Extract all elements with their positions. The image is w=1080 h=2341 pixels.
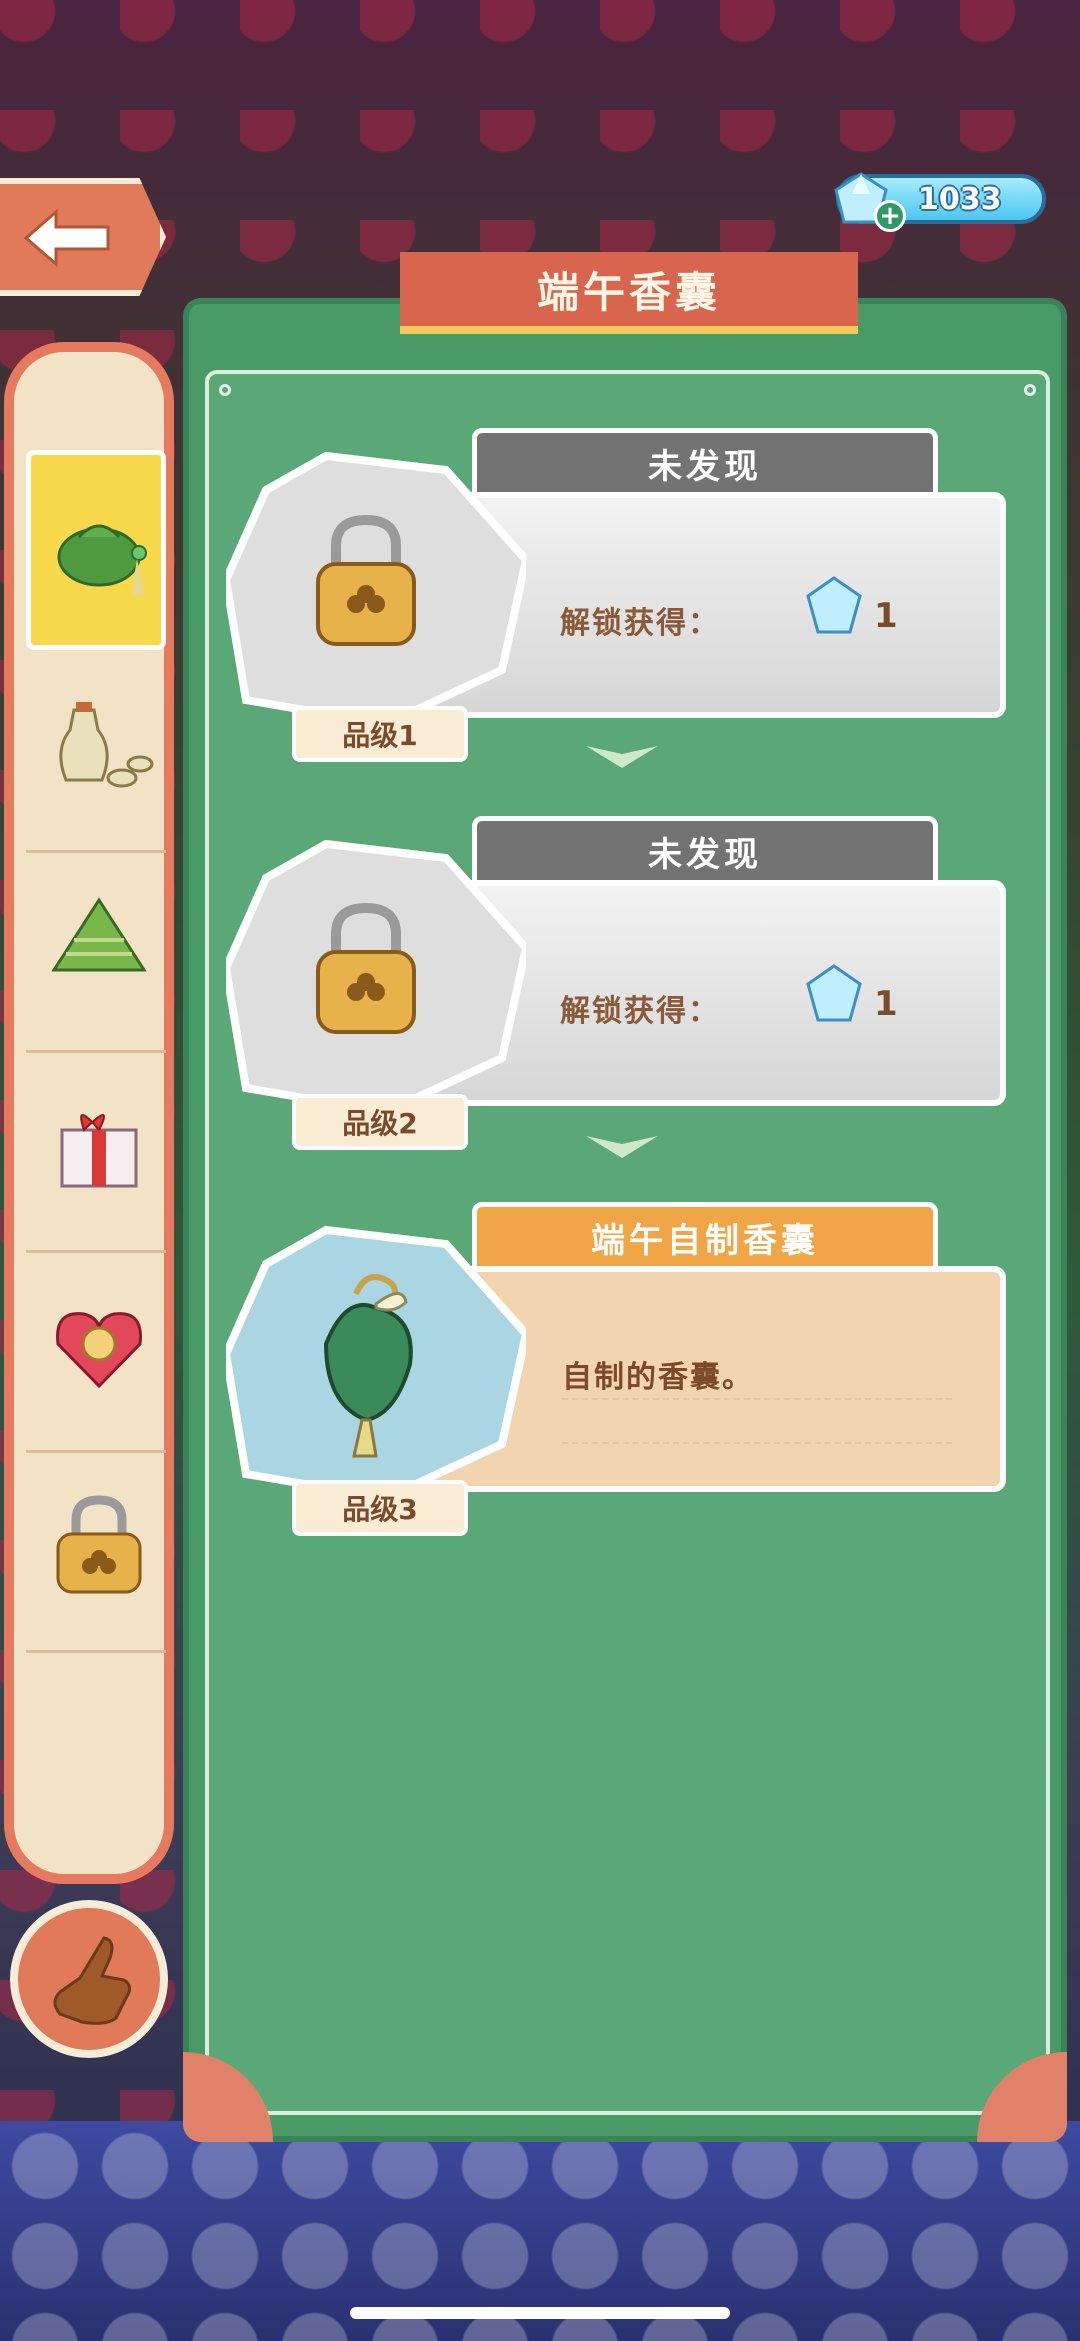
item-card-grade-2[interactable]: 未发现 解锁获得： 1 品级2 — [226, 816, 1016, 1150]
panel-title: 端午香囊 — [536, 267, 721, 317]
item-card-grade-1[interactable]: 未发现 解锁获得： 1 品级1 — [226, 428, 1016, 762]
reward-label: 解锁获得： — [560, 994, 720, 1029]
category-sidebar — [4, 342, 174, 1884]
dashed-line — [562, 1398, 952, 1400]
item-name: 端午自制香囊 — [591, 1220, 819, 1261]
back-arrow-icon — [23, 208, 110, 268]
card-status: 未发现 — [648, 834, 762, 875]
grade-badge: 品级2 — [292, 1094, 468, 1150]
sidebar-item-zongzi[interactable] — [26, 850, 166, 1053]
item-frame — [226, 1225, 526, 1503]
locked-item-frame — [226, 451, 526, 729]
sidebar-item-wine[interactable] — [26, 650, 166, 853]
diamond-icon — [806, 964, 862, 1022]
back-button[interactable] — [0, 178, 166, 296]
hand-button[interactable] — [10, 1900, 168, 2058]
screw-icon — [1024, 384, 1036, 396]
plus-icon[interactable]: + — [874, 200, 906, 232]
card-status-tab: 未发现 — [472, 428, 938, 498]
sidebar-item-locked[interactable] — [26, 1450, 166, 1653]
wine-jug-icon — [59, 702, 154, 788]
diamond-icon — [806, 576, 862, 634]
card-name-tab: 端午自制香囊 — [472, 1202, 938, 1272]
screw-icon — [219, 384, 231, 396]
panel-title-ribbon: 端午香囊 — [400, 252, 858, 334]
sidebar-item-ring[interactable] — [26, 1250, 166, 1453]
reward-label: 解锁获得： — [560, 606, 720, 641]
chevron-down-icon — [586, 1136, 658, 1158]
reward-count: 1 — [874, 984, 898, 1024]
chevron-down-icon — [586, 746, 658, 768]
sidebar-item-gift[interactable] — [26, 1050, 166, 1253]
card-status-tab: 未发现 — [472, 816, 938, 886]
grade-badge: 品级1 — [292, 706, 468, 762]
locked-item-frame — [226, 839, 526, 1117]
dashed-line — [562, 1442, 952, 1444]
gift-box-icon — [60, 1114, 138, 1188]
grade-badge: 品级3 — [292, 1480, 468, 1536]
diamond-counter[interactable]: + 1033 — [834, 172, 1046, 232]
sachet-icon — [57, 524, 147, 595]
locked-icon — [56, 1495, 142, 1594]
zongzi-icon — [51, 897, 147, 972]
ring-box-icon — [56, 1312, 142, 1389]
card-status: 未发现 — [648, 446, 762, 487]
reward-count: 1 — [874, 596, 898, 636]
pointing-hand-icon — [53, 1936, 131, 2025]
item-description: 自制的香囊。 — [562, 1360, 754, 1395]
item-card-grade-3[interactable]: 端午自制香囊 自制的香囊。 品级3 — [226, 1202, 1016, 1536]
sidebar-item-sachet[interactable] — [26, 450, 166, 650]
diamond-amount: 1033 — [918, 182, 1002, 217]
home-indicator[interactable] — [350, 2307, 730, 2319]
